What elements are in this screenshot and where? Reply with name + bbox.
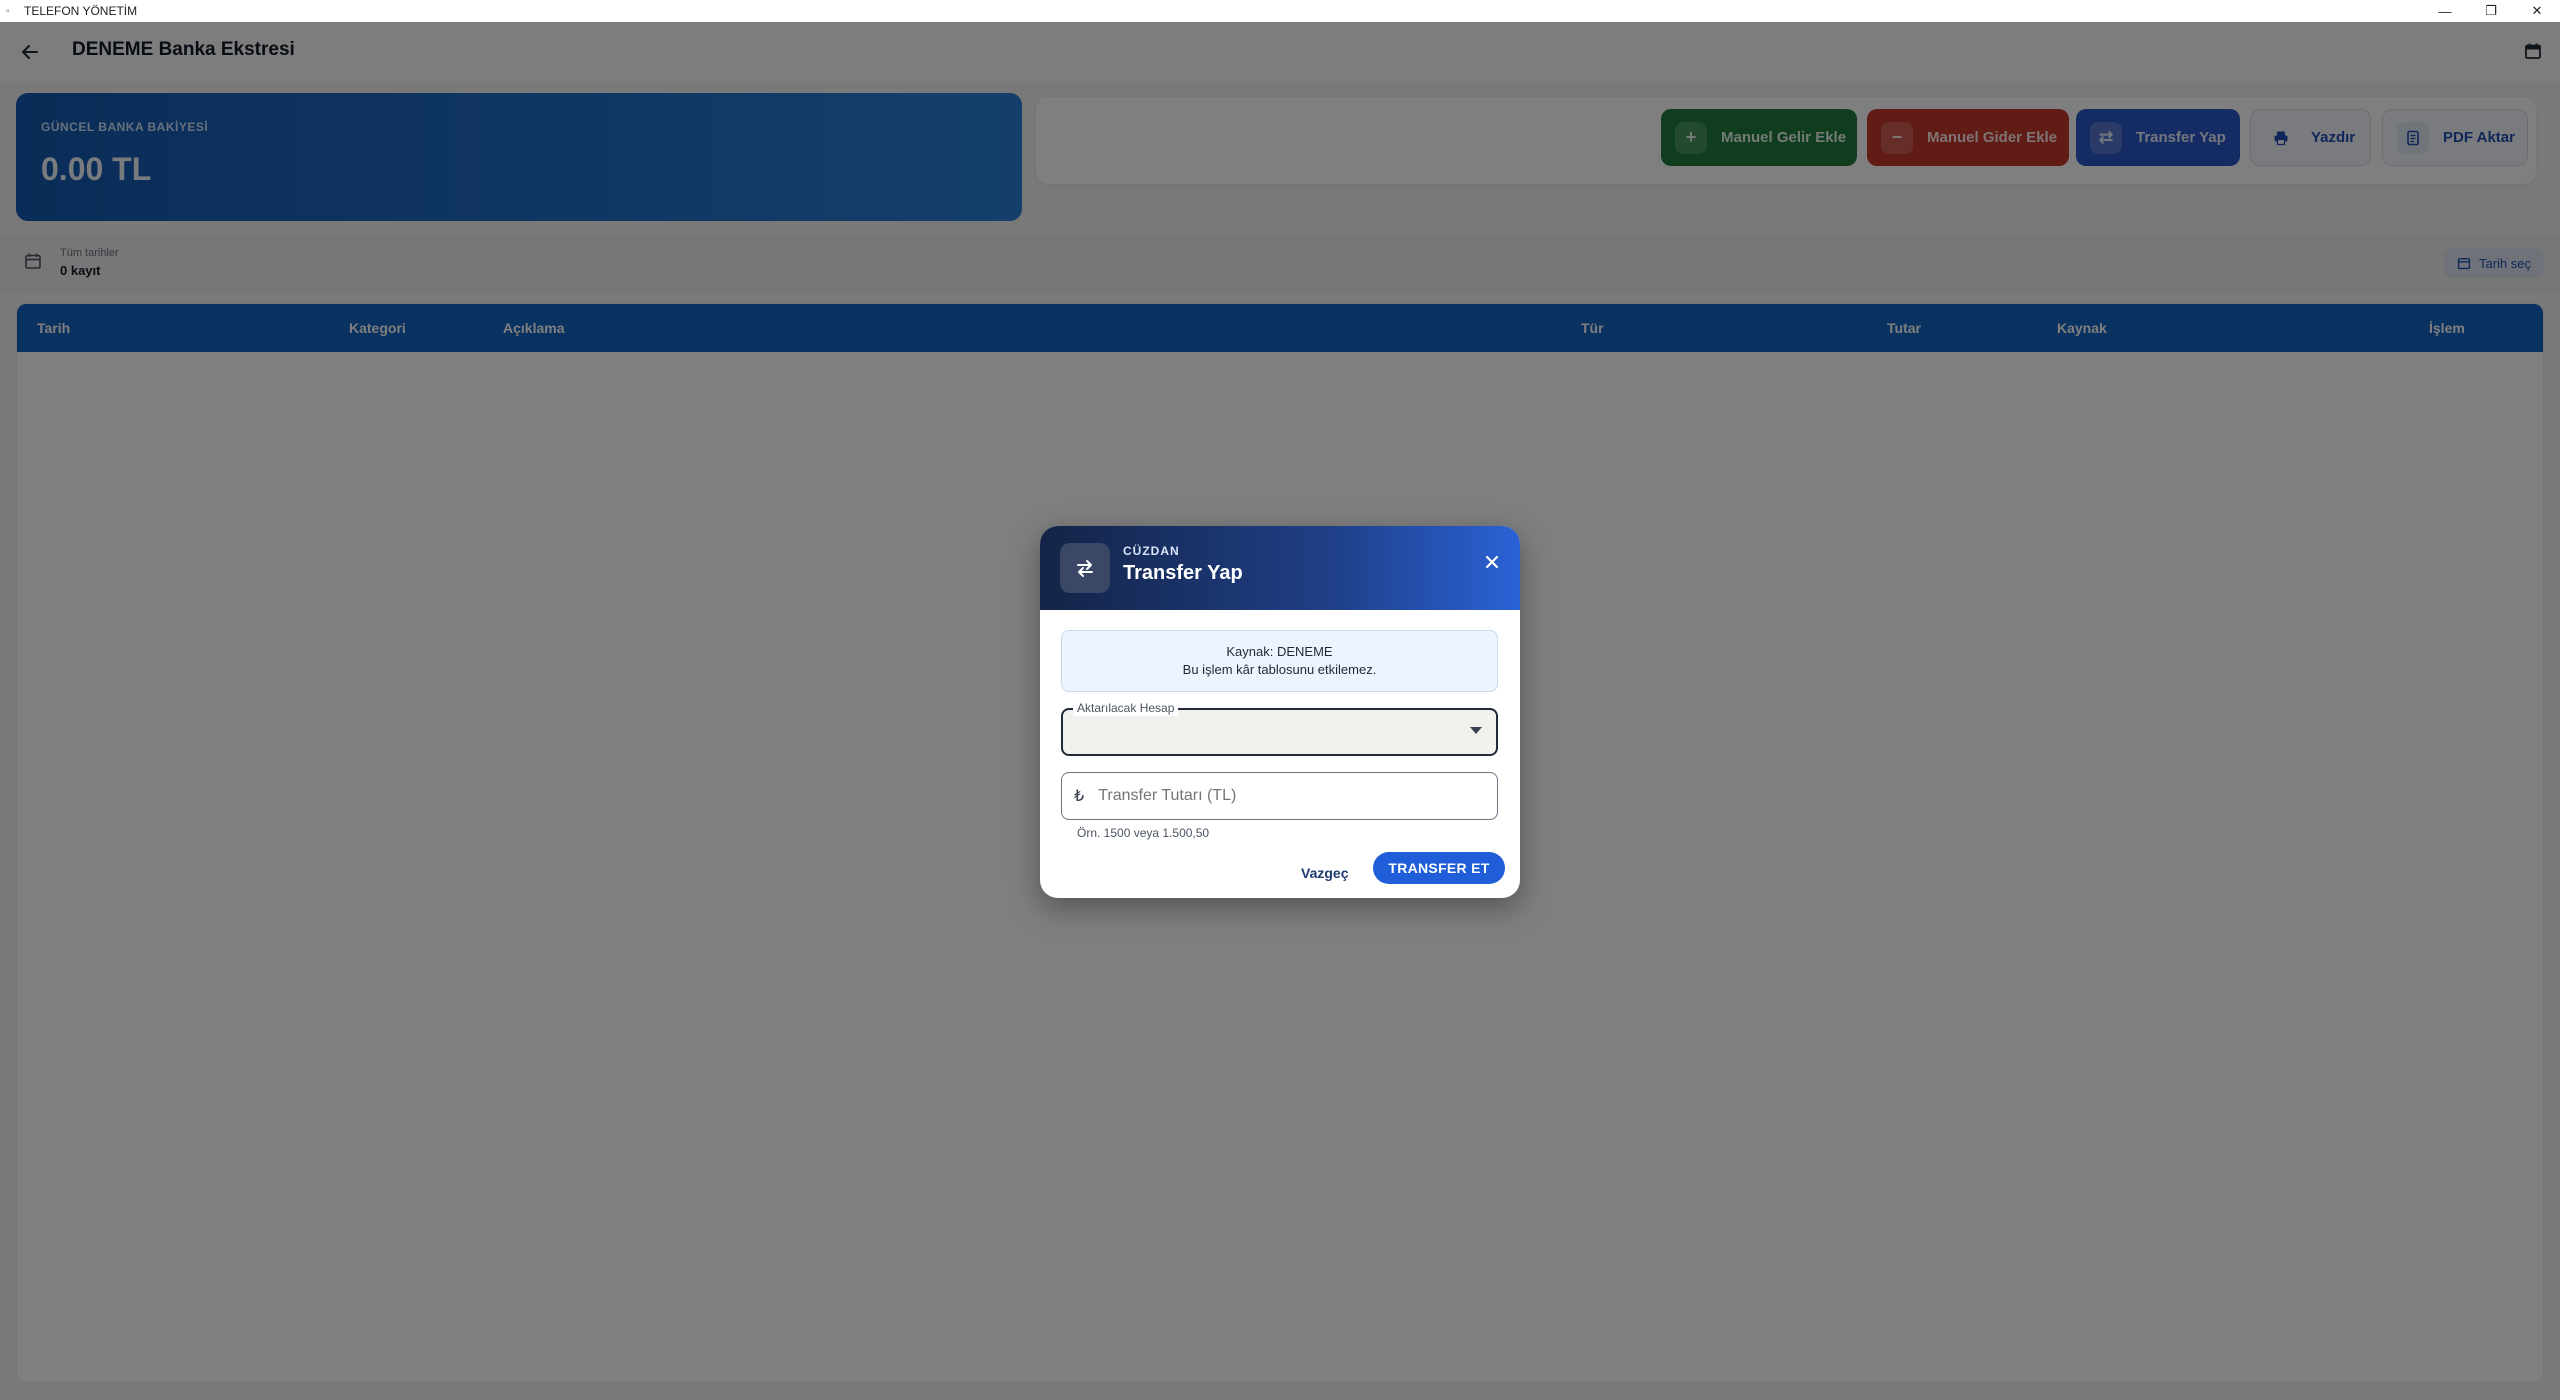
window-controls: — ❐ ✕	[2422, 0, 2560, 22]
amount-helper-text: Örn. 1500 veya 1.500,50	[1077, 826, 1210, 840]
transfer-amount-field[interactable]: ₺	[1061, 772, 1498, 820]
dialog-title: Transfer Yap	[1123, 562, 1243, 584]
window-title: TELEFON YÖNETİM	[24, 4, 138, 18]
dialog-eyebrow: CÜZDAN	[1123, 544, 1180, 558]
target-account-label: Aktarılacak Hesap	[1073, 700, 1179, 716]
dropdown-arrow-icon	[1470, 727, 1482, 734]
target-account-select[interactable]: Aktarılacak Hesap	[1061, 700, 1498, 756]
app-icon: ▫	[6, 5, 10, 17]
swap-icon	[1060, 543, 1110, 593]
cancel-button[interactable]: Vazgeç	[1295, 858, 1354, 888]
lira-icon: ₺	[1074, 788, 1085, 805]
dialog-header: CÜZDAN Transfer Yap	[1040, 526, 1520, 610]
minimize-button[interactable]: —	[2422, 0, 2468, 22]
source-account-text: Kaynak: DENEME	[1226, 644, 1333, 659]
close-icon	[1485, 555, 1499, 569]
transfer-amount-input[interactable]	[1098, 787, 1479, 805]
submit-transfer-button[interactable]: TRANSFER ET	[1373, 852, 1505, 884]
info-note-text: Bu işlem kâr tablosunu etkilemez.	[1182, 662, 1377, 677]
close-window-button[interactable]: ✕	[2514, 0, 2560, 22]
transfer-dialog: CÜZDAN Transfer Yap Kaynak: DENEME Bu iş…	[1040, 526, 1520, 898]
restore-button[interactable]: ❐	[2468, 0, 2514, 22]
info-box: Kaynak: DENEME Bu işlem kâr tablosunu et…	[1061, 630, 1498, 692]
window-titlebar: ▫ TELEFON YÖNETİM — ❐ ✕	[0, 0, 2560, 22]
close-dialog-button[interactable]	[1478, 548, 1506, 576]
